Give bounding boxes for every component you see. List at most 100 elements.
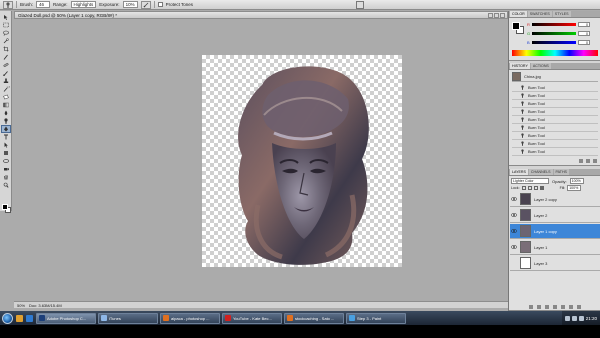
eraser-tool-icon[interactable] <box>2 94 10 100</box>
color-panel-foreground-swatch[interactable] <box>512 22 520 30</box>
lock-transparency-icon[interactable] <box>521 186 526 190</box>
layer-row[interactable]: Layer 2 copy <box>510 192 600 207</box>
shape-tool-icon[interactable] <box>2 150 10 156</box>
history-item[interactable]: Burn Tool <box>512 92 598 100</box>
minimize-button[interactable] <box>488 13 493 18</box>
history-item[interactable]: Burn Tool <box>512 132 598 140</box>
delete-layer-button[interactable] <box>577 304 581 309</box>
tab-paths[interactable]: PATHS <box>553 169 569 175</box>
ie-quick-launch-icon[interactable] <box>26 314 33 322</box>
brush-size-picker[interactable]: 46 <box>36 1 51 8</box>
start-button[interactable] <box>2 312 13 324</box>
lock-pixels-icon[interactable] <box>527 186 532 190</box>
doc-size-info[interactable]: Doc: 3.63M/15.4M <box>29 303 62 308</box>
clock[interactable]: 21:20 <box>586 316 597 321</box>
taskbar-button[interactable]: Adobe Photoshop C... <box>36 312 96 324</box>
history-item[interactable]: Burn Tool <box>512 140 598 148</box>
eyedropper-tool-icon[interactable] <box>2 54 10 60</box>
3d-camera-tool-icon[interactable] <box>2 166 10 172</box>
lock-position-icon[interactable] <box>533 186 538 190</box>
visibility-eye-icon[interactable] <box>510 196 517 203</box>
range-select[interactable]: Highlights <box>70 1 97 8</box>
marquee-tool-icon[interactable] <box>2 22 10 28</box>
close-button[interactable] <box>500 13 505 18</box>
green-slider[interactable] <box>532 31 576 35</box>
path-selection-tool-icon[interactable] <box>2 142 10 148</box>
layer-style-button[interactable] <box>537 304 541 309</box>
lock-all-icon[interactable] <box>539 186 544 190</box>
adjustment-layer-button[interactable] <box>553 304 557 309</box>
history-item[interactable]: Burn Tool <box>512 148 598 156</box>
layer-row[interactable]: Layer 3 <box>510 256 600 271</box>
tab-layers[interactable]: LAYERS <box>510 169 528 175</box>
taskbar-button[interactable]: YouTube - Kate Bec... <box>222 312 282 324</box>
crop-tool-icon[interactable] <box>2 46 10 52</box>
brush-tool-icon[interactable] <box>2 70 10 76</box>
foreground-color-swatch[interactable] <box>2 204 8 210</box>
red-value-input[interactable]: 0 <box>578 21 590 27</box>
blue-slider[interactable] <box>532 40 576 44</box>
canvas-area[interactable] <box>14 19 508 301</box>
blend-mode-select[interactable]: Lighter Color <box>511 178 549 184</box>
tab-swatches[interactable]: SWATCHES <box>527 11 552 17</box>
exposure-input[interactable]: 10% <box>122 1 138 8</box>
maximize-button[interactable] <box>494 13 499 18</box>
history-item[interactable]: Burn Tool <box>512 100 598 108</box>
taskbar-button[interactable]: stockcaching - Sato ... <box>284 312 344 324</box>
healing-brush-tool-icon[interactable] <box>2 62 10 68</box>
burn-tool-icon[interactable] <box>2 118 10 124</box>
delete-state-button[interactable] <box>593 159 597 163</box>
new-snapshot-button[interactable] <box>586 159 590 163</box>
tab-actions[interactable]: ACTIONS <box>530 63 551 69</box>
layer-row[interactable]: Layer 2 <box>510 208 600 223</box>
new-layer-button[interactable] <box>569 304 573 309</box>
lasso-tool-icon[interactable] <box>2 30 10 36</box>
burn-tool-preset-button[interactable] <box>3 0 13 9</box>
tab-color[interactable]: COLOR <box>510 11 527 17</box>
blue-value-input[interactable]: 0 <box>578 39 590 45</box>
volume-icon[interactable] <box>571 315 577 321</box>
airbrush-button[interactable] <box>140 0 151 9</box>
new-document-from-state-button[interactable] <box>579 159 583 163</box>
gradient-tool-icon[interactable] <box>2 102 10 108</box>
power-icon[interactable] <box>578 315 584 321</box>
protect-tones-checkbox[interactable] <box>157 2 163 7</box>
3d-rotate-tool-icon[interactable] <box>2 158 10 164</box>
history-item[interactable]: Burn Tool <box>512 116 598 124</box>
color-spectrum-bar[interactable] <box>512 50 598 56</box>
link-layers-button[interactable] <box>529 304 533 309</box>
layer-row[interactable]: Layer 1 <box>510 240 600 255</box>
add-mask-button[interactable] <box>545 304 549 309</box>
move-tool-icon[interactable] <box>2 14 10 20</box>
taskbar-button[interactable]: Step 3 - Paint <box>346 312 406 324</box>
document-canvas[interactable] <box>202 55 402 267</box>
history-item[interactable]: Burn Tool <box>512 124 598 132</box>
taskbar-button[interactable]: alpaca - photoshop ... <box>160 312 220 324</box>
new-group-button[interactable] <box>561 304 565 309</box>
visibility-eye-icon[interactable] <box>510 228 517 235</box>
fill-input[interactable]: 100% <box>567 185 582 191</box>
document-tab[interactable]: Glazed Doll.psd @ 50% (Layer 1 copy, RGB… <box>14 11 508 19</box>
tab-styles[interactable]: STYLES <box>552 11 571 17</box>
visibility-eye-icon[interactable] <box>510 260 517 267</box>
history-item[interactable]: Burn Tool <box>512 108 598 116</box>
opacity-input[interactable]: 100% <box>569 178 584 184</box>
history-item[interactable]: Burn Tool <box>512 84 598 92</box>
green-value-input[interactable]: 0 <box>578 30 590 36</box>
visibility-eye-icon[interactable] <box>510 212 517 219</box>
taskbar-button[interactable]: iTunes <box>98 312 158 324</box>
zoom-level[interactable]: 50% <box>17 303 25 308</box>
tab-channels[interactable]: CHANNELS <box>528 169 553 175</box>
explorer-quick-launch-icon[interactable] <box>16 314 23 322</box>
red-slider[interactable] <box>532 22 576 26</box>
panel-toggle-button[interactable] <box>356 1 364 9</box>
layer-row[interactable]: Layer 1 copy <box>510 224 600 239</box>
clone-stamp-tool-icon[interactable] <box>2 78 10 84</box>
zoom-tool-icon[interactable] <box>2 182 10 188</box>
tab-history[interactable]: HISTORY <box>510 63 530 69</box>
history-snapshot[interactable]: China.jpg <box>512 72 598 82</box>
history-brush-tool-icon[interactable] <box>2 86 10 92</box>
hand-tool-icon[interactable] <box>2 174 10 180</box>
pen-tool-icon[interactable] <box>1 125 11 133</box>
blur-tool-icon[interactable] <box>2 110 10 116</box>
